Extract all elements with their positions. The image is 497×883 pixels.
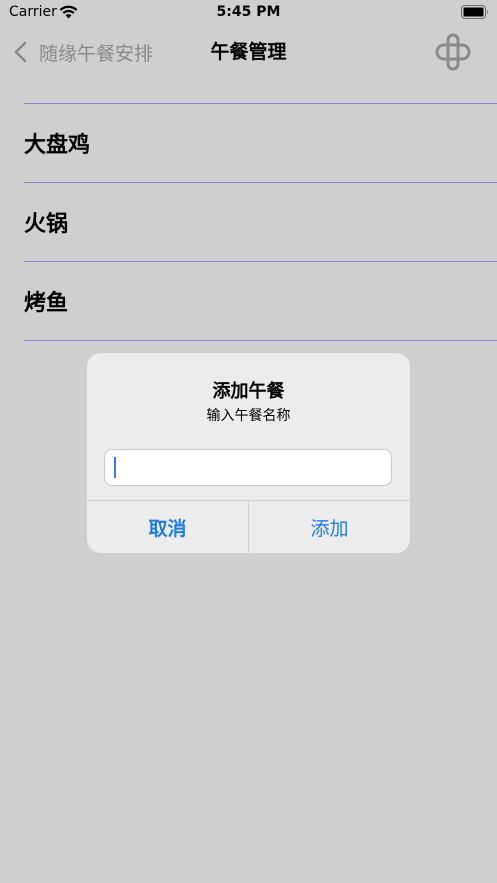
battery-icon <box>461 5 488 19</box>
add-lunch-alert: 添加午餐 输入午餐名称 取消 添加 <box>87 353 410 553</box>
navigation-bar: 随缘午餐安排 午餐管理 <box>0 26 497 78</box>
alert-title: 添加午餐 <box>212 381 285 402</box>
list-item-label: 火锅 <box>24 212 69 237</box>
cancel-button[interactable]: 取消 <box>87 501 248 553</box>
status-bar: Carrier 5:45 PM <box>0 0 497 26</box>
list-item-label: 大盘鸡 <box>24 133 91 158</box>
add-button[interactable]: 添加 <box>249 501 410 553</box>
status-time: 5:45 PM <box>216 4 281 20</box>
list-item[interactable]: 火锅 <box>0 183 497 261</box>
list-item[interactable]: 大盘鸡 <box>0 104 497 182</box>
weight-icon[interactable] <box>433 32 473 72</box>
text-cursor <box>114 457 116 478</box>
page-title: 午餐管理 <box>210 41 287 63</box>
list-divider <box>24 340 497 341</box>
lunch-name-input[interactable] <box>104 449 392 486</box>
list-item[interactable]: 烤鱼 <box>0 262 497 340</box>
list-item-label: 烤鱼 <box>24 291 69 316</box>
alert-message: 输入午餐名称 <box>206 408 291 424</box>
lunch-list: 大盘鸡 火锅 烤鱼 <box>0 103 497 341</box>
